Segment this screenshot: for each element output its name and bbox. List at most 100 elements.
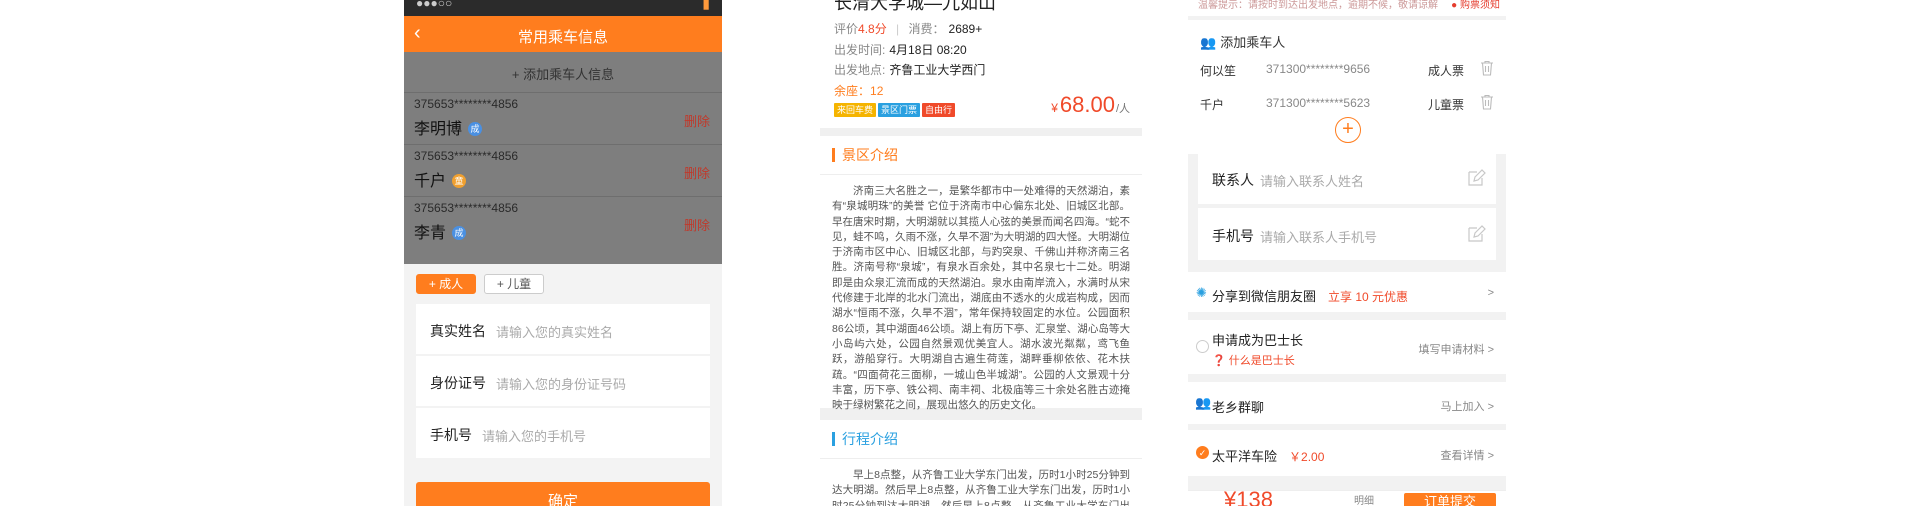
passenger-name: 何以笙: [1200, 64, 1237, 78]
wechat-moments-icon: ✺: [1196, 285, 1207, 300]
chevron-right-icon: >: [1487, 287, 1494, 299]
ticket-type: 成人票: [1428, 64, 1465, 78]
submit-order-button[interactable]: 订单提交: [1404, 493, 1496, 506]
delete-button[interactable]: 删除: [684, 215, 710, 234]
captain-radio[interactable]: [1196, 340, 1209, 353]
order-total: ¥138: [1224, 487, 1273, 506]
edit-icon[interactable]: [1466, 224, 1486, 244]
group-chat-row[interactable]: 👥 老乡群聊 马上加入 >: [1188, 382, 1506, 424]
tag-free-travel: 自由行: [922, 103, 956, 117]
passenger-id: 371300********5623: [1266, 96, 1371, 110]
group-title: 老乡群聊: [1212, 400, 1265, 415]
ticket-type: 儿童票: [1428, 98, 1465, 112]
insurance-row[interactable]: ✓ 太平洋车险 ￥2.00 查看详情 >: [1188, 430, 1506, 476]
depart-place-line: 出发地点: 齐鲁工业大学西门: [834, 63, 986, 77]
captain-title: 申请成为巴士长: [1212, 333, 1304, 348]
add-passenger-link[interactable]: 👥 添加乘车人: [1200, 32, 1285, 51]
rating-value: 4.8分: [858, 22, 887, 36]
captain-apply-link[interactable]: 填写申请材料 >: [1419, 341, 1494, 357]
field-label: 手机号: [430, 427, 472, 443]
passenger-row: 何以笙 371300********9656 成人票: [1200, 60, 1494, 82]
nav-bar: ‹ 常用乘车信息: [404, 16, 722, 52]
share-highlight: 立享 10 元优惠: [1328, 290, 1409, 304]
passenger-row[interactable]: 375653********4856 李青成 删除: [404, 196, 722, 248]
divider: [820, 458, 1142, 459]
passenger-name: 千户: [1200, 98, 1225, 112]
passenger-row[interactable]: 375653********4856 千户童 删除: [404, 144, 722, 196]
type-badge: 成: [452, 226, 467, 240]
field-label: 手机号: [1212, 228, 1254, 244]
contact-phone-input[interactable]: 请输入联系人手机号: [1260, 227, 1377, 246]
tag-round-trip: 来回车费: [834, 103, 877, 117]
section-title: 景区介绍: [832, 148, 898, 162]
trip-text: 早上8点整，从齐鲁工业大学东门出发，历时1小时25分钟到达大明湖。然后早上8点整…: [832, 469, 1130, 506]
realname-input[interactable]: 请输入您的真实姓名: [496, 322, 613, 341]
passenger-name: 千户童: [414, 167, 467, 191]
notice-link[interactable]: ● 购票须知: [1451, 0, 1500, 11]
delete-button[interactable]: 删除: [684, 163, 710, 182]
status-bar: ●●●○○ ▮: [404, 0, 722, 16]
seats-left: 余座：12: [834, 84, 884, 98]
phone-input[interactable]: 请输入您的手机号: [482, 426, 586, 445]
trash-icon[interactable]: [1480, 94, 1494, 110]
detail-link[interactable]: 明细: [1354, 492, 1374, 506]
insurance-detail-link[interactable]: 查看详情 >: [1441, 447, 1494, 463]
notice-bar: 温馨提示：请按时到达出发地点，逾期不候，敬请谅解 ● 购票须知: [1188, 0, 1506, 16]
edit-icon[interactable]: [1466, 168, 1486, 188]
type-child-chip[interactable]: + 儿童: [484, 274, 544, 294]
screen-trip-detail: 长清大学城—九如山 评价4.8分 | 消费： 2689+ 出发时间: 4月18日 0…: [820, 0, 1142, 506]
insurance-checkbox[interactable]: ✓: [1196, 446, 1209, 459]
share-row[interactable]: ✺ 分享到微信朋友圈 立享 10 元优惠 >: [1188, 272, 1506, 312]
phone-field[interactable]: 手机号 请输入您的手机号: [416, 408, 710, 458]
contact-name-field[interactable]: 联系人 请输入联系人姓名: [1198, 152, 1496, 204]
passenger-name: 李青成: [414, 219, 467, 243]
battery-icon: ▮: [702, 0, 710, 11]
group-join-link[interactable]: 马上加入 >: [1441, 398, 1494, 414]
realname-field[interactable]: 真实姓名 请输入您的真实姓名: [416, 304, 710, 354]
captain-row[interactable]: 申请成为巴士长 ❓ 什么是巴士长 填写申请材料 >: [1188, 320, 1506, 374]
insurance-price: ￥2.00: [1289, 450, 1325, 464]
type-badge: 成: [468, 122, 483, 136]
rating-line: 评价4.8分 | 消费： 2689+: [834, 22, 983, 36]
group-icon: 👥: [1195, 395, 1212, 410]
divider: [820, 174, 1142, 175]
passenger-row: 千户 371300********5623 儿童票: [1200, 94, 1494, 116]
passenger-list-overlay: + 添加乘车人信息 375653********4856 李明博成 删除 375…: [404, 52, 722, 264]
section-title: 行程介绍: [832, 432, 898, 446]
passenger-id: 375653********4856: [414, 97, 519, 111]
depart-time-line: 出发时间: 4月18日 08:20: [834, 43, 967, 57]
contact-name-input[interactable]: 请输入联系人姓名: [1260, 171, 1364, 190]
passenger-row[interactable]: 375653********4856 李明博成 删除: [404, 92, 722, 144]
delete-button[interactable]: 删除: [684, 111, 710, 130]
contact-phone-field[interactable]: 手机号 请输入联系人手机号: [1198, 208, 1496, 260]
passenger-id: 371300********9656: [1266, 62, 1371, 76]
tag-ticket: 景区门票: [878, 103, 921, 117]
trip-section: 行程介绍 早上8点整，从齐鲁工业大学东门出发，历时1小时25分钟到达大明湖。然后…: [820, 420, 1142, 506]
sales-value: 2689+: [948, 22, 983, 36]
passenger-id: 375653********4856: [414, 149, 519, 163]
idcard-input[interactable]: 请输入您的身份证号码: [496, 374, 626, 393]
order-footer: ¥138 明细 订单提交: [1188, 487, 1506, 506]
field-label: 真实姓名: [430, 323, 486, 339]
idcard-field[interactable]: 身份证号 请输入您的身份证号码: [416, 356, 710, 406]
type-adult-chip[interactable]: + 成人: [416, 274, 476, 294]
captain-help-link[interactable]: ❓ 什么是巴士长: [1212, 352, 1295, 368]
passenger-id: 375653********4856: [414, 201, 519, 215]
scenic-section: 景区介绍 济南三大名胜之一，是繁华都市中一处难得的天然湖泊，素有“泉城明珠”的美…: [820, 136, 1142, 411]
user-add-icon: 👥: [1200, 35, 1217, 50]
page-title: 常用乘车信息: [517, 29, 608, 46]
insurance-title: 太平洋车险 ￥2.00: [1212, 449, 1325, 464]
trash-icon[interactable]: [1480, 60, 1494, 76]
field-label: 联系人: [1212, 172, 1254, 188]
status-time: ●●●○○: [416, 0, 453, 10]
add-passenger-button[interactable]: + 添加乘车人信息: [404, 64, 722, 83]
confirm-button[interactable]: 确定: [416, 482, 710, 506]
price: ¥68.00/人: [1051, 92, 1130, 117]
screen-passenger-info: ●●●○○ ▮ ‹ 常用乘车信息 + 添加乘车人信息 375653*******…: [404, 0, 722, 506]
add-passenger-plus-button[interactable]: +: [1335, 117, 1361, 143]
passenger-name: 李明博成: [414, 115, 483, 139]
notice-text: 温馨提示：请按时到达出发地点，逾期不候，敬请谅解: [1198, 0, 1438, 11]
passenger-card: 👥 添加乘车人 何以笙 371300********9656 成人票 千户 371…: [1188, 20, 1506, 154]
scenic-text: 济南三大名胜之一，是繁华都市中一处难得的天然湖泊，素有“泉城明珠”的美誉 它位于…: [832, 185, 1130, 412]
screens-stage: ●●●○○ ▮ ‹ 常用乘车信息 + 添加乘车人信息 375653*******…: [0, 0, 1920, 506]
